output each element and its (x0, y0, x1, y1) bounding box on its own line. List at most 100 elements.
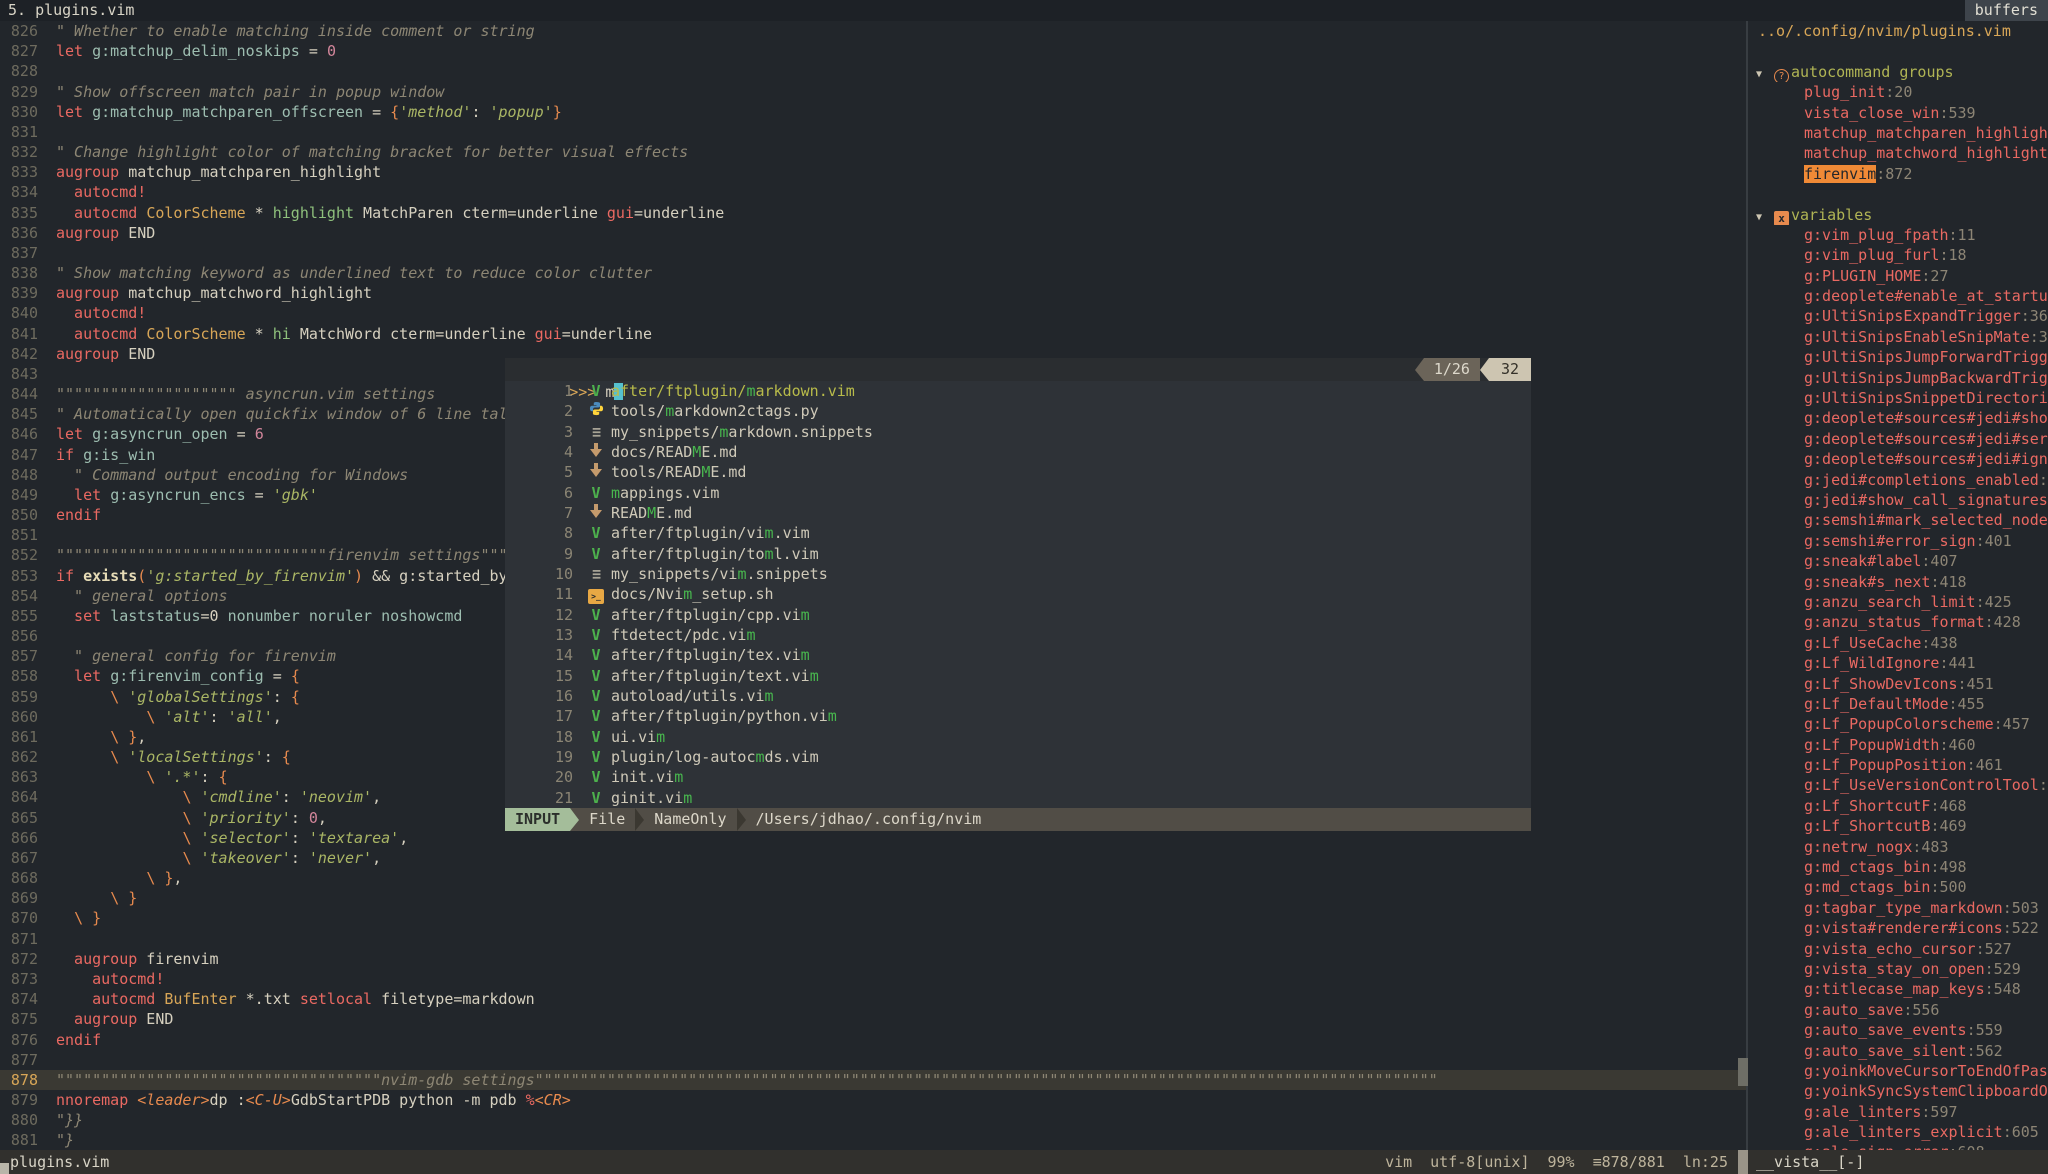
sidebar-tag-entry[interactable]: g:ale_linters:597 (1748, 1102, 2048, 1122)
sidebar-tag-entry[interactable]: g:Lf_ShowDevIcons:451 (1748, 674, 2048, 694)
code-line[interactable]: 870 \ } (0, 908, 1746, 928)
sidebar-tag-entry[interactable]: g:Lf_ShortcutB:469 (1748, 816, 2048, 836)
sidebar-tag-entry[interactable]: g:UltiSnipsSnippetDirectorie (1748, 388, 2048, 408)
sidebar-section-header[interactable]: ▼xvariables (1748, 205, 2048, 225)
code-line[interactable]: 880"}} (0, 1110, 1746, 1130)
code-line[interactable]: 872 augroup firenvim (0, 949, 1746, 969)
code-line[interactable]: 875 augroup END (0, 1009, 1746, 1029)
sidebar-tag-entry[interactable]: g:deoplete#enable_at_startup (1748, 286, 2048, 306)
scrollbar-thumb[interactable] (1738, 1058, 1748, 1086)
sidebar-tag-entry[interactable]: g:Lf_ShortcutF:468 (1748, 796, 2048, 816)
code-line[interactable]: 829" Show offscreen match pair in popup … (0, 82, 1746, 102)
file-result-row[interactable]: 20Vinit.vim (505, 767, 1531, 787)
file-result-row[interactable]: 2tools/markdown2ctags.py (505, 401, 1531, 421)
chevron-down-icon[interactable]: ▼ (1756, 65, 1774, 82)
file-result-row[interactable]: 13Vftdetect/pdc.vim (505, 625, 1531, 645)
sidebar-tag-entry[interactable]: matchup_matchword_highlight: (1748, 143, 2048, 163)
sidebar-tag-entry[interactable]: g:UltiSnipsEnableSnipMate:36 (1748, 327, 2048, 347)
sidebar-tag-entry[interactable]: g:anzu_status_format:428 (1748, 612, 2048, 632)
sidebar-tag-entry[interactable]: matchup_matchparen_highlight: (1748, 123, 2048, 143)
scrollbar-thumb[interactable] (1738, 1150, 1748, 1174)
file-result-row[interactable]: 9Vafter/ftplugin/toml.vim (505, 544, 1531, 564)
file-result-row[interactable]: 17Vafter/ftplugin/python.vim (505, 706, 1531, 726)
file-result-row[interactable]: 14Vafter/ftplugin/tex.vim (505, 645, 1531, 665)
code-line[interactable]: 869 \ } (0, 888, 1746, 908)
code-line[interactable]: 830let g:matchup_matchparen_offscreen = … (0, 102, 1746, 122)
code-line[interactable]: 868 \ }, (0, 868, 1746, 888)
code-line[interactable]: 832" Change highlight color of matching … (0, 142, 1746, 162)
file-result-row[interactable]: 10≡my_snippets/vim.snippets (505, 564, 1531, 584)
sidebar-tag-entry[interactable]: g:Lf_WildIgnore:441 (1748, 653, 2048, 673)
code-line[interactable]: 877 (0, 1050, 1746, 1070)
sidebar-tag-entry[interactable]: g:vista_stay_on_open:529 (1748, 959, 2048, 979)
sidebar-tag-entry[interactable]: g:vim_plug_furl:18 (1748, 245, 2048, 265)
sidebar-tag-entry[interactable]: g:ale_sign_error:608 (1748, 1142, 2048, 1150)
sidebar-tag-entry[interactable]: plug_init:20 (1748, 82, 2048, 102)
sidebar-tag-entry[interactable]: g:Lf_PopupPosition:461 (1748, 755, 2048, 775)
file-result-row[interactable]: 3≡my_snippets/markdown.snippets (505, 422, 1531, 442)
sidebar-tag-entry[interactable]: g:vista#renderer#icons:522 (1748, 918, 2048, 938)
file-result-row[interactable]: 18Vui.vim (505, 727, 1531, 747)
file-result-row[interactable]: 6Vmappings.vim (505, 483, 1531, 503)
sidebar-tag-entry[interactable]: g:tagbar_type_markdown:503 (1748, 898, 2048, 918)
sidebar-tag-entry[interactable]: g:Lf_DefaultMode:455 (1748, 694, 2048, 714)
buffers-tab[interactable]: buffers (1965, 0, 2048, 21)
sidebar-tag-entry[interactable]: g:auto_save:556 (1748, 1000, 2048, 1020)
code-line[interactable]: 835 autocmd ColorScheme * highlight Matc… (0, 203, 1746, 223)
code-line[interactable]: 876endif (0, 1030, 1746, 1050)
sidebar-tag-entry[interactable]: g:UltiSnipsExpandTrigger:364 (1748, 306, 2048, 326)
sidebar-tag-entry[interactable]: g:PLUGIN_HOME:27 (1748, 266, 2048, 286)
sidebar-tag-entry[interactable]: g:anzu_search_limit:425 (1748, 592, 2048, 612)
chevron-down-icon[interactable]: ▼ (1756, 208, 1774, 225)
sidebar-tag-entry[interactable]: g:Lf_UseCache:438 (1748, 633, 2048, 653)
sidebar-tag-entry[interactable]: g:Lf_PopupColorscheme:457 (1748, 714, 2048, 734)
sidebar-tag-entry[interactable]: g:UltiSnipsJumpForwardTrigge (1748, 347, 2048, 367)
sidebar-tag-entry[interactable]: g:deoplete#sources#jedi#show (1748, 408, 2048, 428)
file-result-row[interactable]: 7README.md (505, 503, 1531, 523)
fuzzy-search-input[interactable]: >>> m 1/26 32 (505, 358, 1531, 381)
code-line[interactable]: 878""""""""""""""""""""""""""""""""""""n… (0, 1070, 1746, 1090)
sidebar-tag-entry[interactable]: g:jedi#completions_enabled:3 (1748, 470, 2048, 490)
code-line[interactable]: 833augroup matchup_matchparen_highlight (0, 162, 1746, 182)
file-result-row[interactable]: 5tools/README.md (505, 462, 1531, 482)
sidebar-tag-entry[interactable]: g:vim_plug_fpath:11 (1748, 225, 2048, 245)
code-line[interactable]: 837 (0, 243, 1746, 263)
sidebar-tag-entry[interactable]: g:md_ctags_bin:498 (1748, 857, 2048, 877)
sidebar-tag-entry[interactable]: firenvim:872 (1748, 164, 2048, 184)
sidebar-tag-entry[interactable]: g:jedi#show_call_signatures: (1748, 490, 2048, 510)
sidebar-tag-entry[interactable]: g:semshi#error_sign:401 (1748, 531, 2048, 551)
code-line[interactable]: 836augroup END (0, 223, 1746, 243)
sidebar-tag-entry[interactable]: g:yoinkSyncSystemClipboardOn (1748, 1081, 2048, 1101)
sidebar-tag-entry[interactable]: g:deoplete#sources#jedi#serv (1748, 429, 2048, 449)
file-result-row[interactable]: 11>_docs/Nvim_setup.sh (505, 584, 1531, 604)
code-line[interactable]: 839augroup matchup_matchword_highlight (0, 283, 1746, 303)
code-line[interactable]: 841 autocmd ColorScheme * hi MatchWord c… (0, 324, 1746, 344)
code-line[interactable]: 834 autocmd! (0, 182, 1746, 202)
sidebar-tag-entry[interactable]: g:vista_echo_cursor:527 (1748, 939, 2048, 959)
code-line[interactable]: 838" Show matching keyword as underlined… (0, 263, 1746, 283)
file-result-row[interactable]: 21Vginit.vim (505, 788, 1531, 808)
sidebar-tag-entry[interactable]: g:titlecase_map_keys:548 (1748, 979, 2048, 999)
code-line[interactable]: 826" Whether to enable matching inside c… (0, 21, 1746, 41)
code-line[interactable]: 871 (0, 929, 1746, 949)
sidebar-tag-entry[interactable]: g:Lf_PopupWidth:460 (1748, 735, 2048, 755)
file-result-row[interactable]: 4docs/README.md (505, 442, 1531, 462)
file-result-row[interactable]: 15Vafter/ftplugin/text.vim (505, 666, 1531, 686)
sidebar-tag-entry[interactable]: g:yoinkMoveCursorToEndOfPast (1748, 1061, 2048, 1081)
code-line[interactable]: 867 \ 'takeover': 'never', (0, 848, 1746, 868)
sidebar-tag-entry[interactable]: g:auto_save_silent:562 (1748, 1041, 2048, 1061)
code-line[interactable]: 873 autocmd! (0, 969, 1746, 989)
file-result-row[interactable]: 12Vafter/ftplugin/cpp.vim (505, 605, 1531, 625)
sidebar-tag-entry[interactable]: g:semshi#mark_selected_nodes (1748, 510, 2048, 530)
sidebar-tag-entry[interactable]: vista_close_win:539 (1748, 103, 2048, 123)
file-result-row[interactable]: 16Vautoload/utils.vim (505, 686, 1531, 706)
code-line[interactable]: 828 (0, 61, 1746, 81)
sidebar-tag-entry[interactable]: g:sneak#s_next:418 (1748, 572, 2048, 592)
sidebar-tag-entry[interactable]: g:deoplete#sources#jedi#igno (1748, 449, 2048, 469)
code-line[interactable]: 827let g:matchup_delim_noskips = 0 (0, 41, 1746, 61)
file-result-row[interactable]: 19Vplugin/log-autocmds.vim (505, 747, 1531, 767)
sidebar-tag-entry[interactable]: g:Lf_UseVersionControlTool:4 (1748, 775, 2048, 795)
sidebar-section-header[interactable]: ▼?autocommand groups (1748, 62, 2048, 82)
sidebar-tag-entry[interactable]: g:md_ctags_bin:500 (1748, 877, 2048, 897)
file-result-row[interactable]: 8Vafter/ftplugin/vim.vim (505, 523, 1531, 543)
